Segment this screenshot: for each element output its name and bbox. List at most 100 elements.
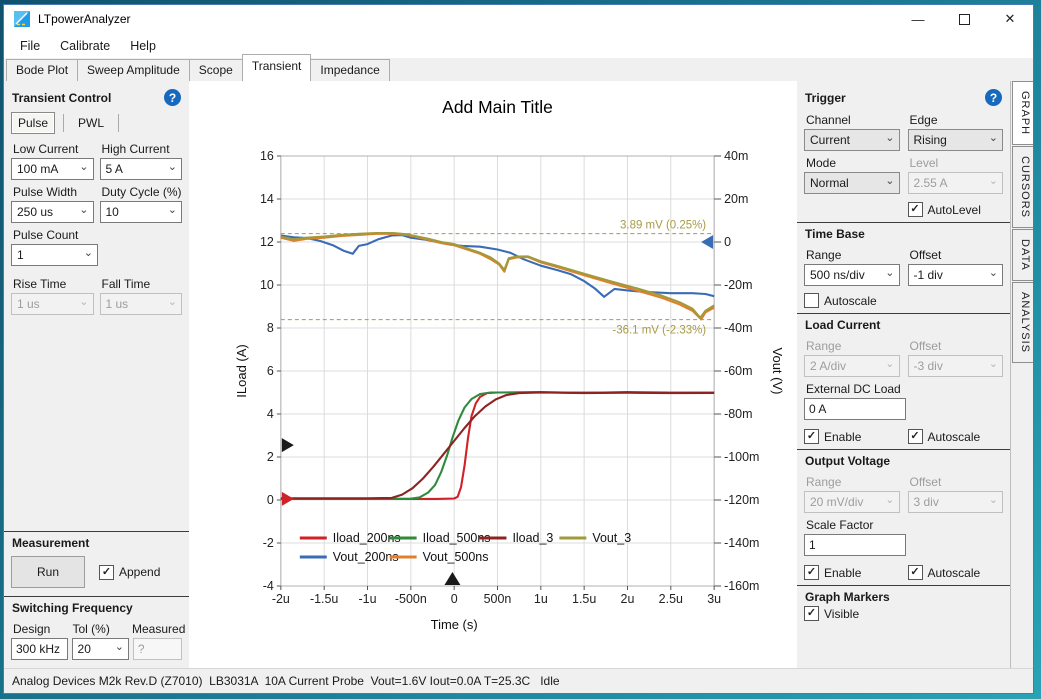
tab-transient[interactable]: Transient xyxy=(242,54,312,81)
outputvoltage-offset-select: 3 div⌄ xyxy=(908,491,1004,513)
rise-time-select: 1 us⌄ xyxy=(11,293,94,315)
menu-help[interactable]: Help xyxy=(120,36,166,56)
trigger-edge-select[interactable]: Rising⌄ xyxy=(908,129,1004,151)
measured-field: ? xyxy=(133,638,182,660)
help-icon[interactable]: ? xyxy=(985,89,1002,106)
tab-impedance[interactable]: Impedance xyxy=(310,59,389,81)
tab-scope[interactable]: Scope xyxy=(189,59,243,81)
svg-text:1u: 1u xyxy=(534,592,548,606)
outputvoltage-enable-checkbox[interactable]: ✓ Enable xyxy=(804,565,900,580)
transient-chart[interactable]: 3.89 mV (0.25%)-36.1 mV (-2.33%)1640m142… xyxy=(189,81,797,668)
markers-visible-checkbox[interactable]: ✓ Visible xyxy=(804,606,859,621)
chevron-down-icon: ⌄ xyxy=(77,163,90,175)
chevron-down-icon: ⌄ xyxy=(77,298,90,310)
high-current-select[interactable]: 5 A⌄ xyxy=(100,158,183,180)
timebase-offset-select[interactable]: -1 div⌄ xyxy=(908,264,1004,286)
help-icon[interactable]: ? xyxy=(164,89,181,106)
tab-pwl[interactable]: PWL xyxy=(72,113,110,133)
external-dc-load-input[interactable]: 0 A xyxy=(804,398,906,420)
svg-text:Vout (V): Vout (V) xyxy=(770,348,785,395)
low-current-select[interactable]: 100 mA⌄ xyxy=(11,158,94,180)
channel-label: Channel xyxy=(804,108,900,129)
timebase-offset-label: Offset xyxy=(908,243,1004,264)
side-tab-cursors[interactable]: CURSORS xyxy=(1012,146,1033,228)
chevron-down-icon: ⌄ xyxy=(113,643,126,655)
svg-text:Time (s): Time (s) xyxy=(431,617,478,632)
svg-text:-140m: -140m xyxy=(724,536,759,550)
main-tab-strip: Bode Plot Sweep Amplitude Scope Transien… xyxy=(4,58,1033,81)
checkbox-checked-icon: ✓ xyxy=(804,565,819,580)
outputvoltage-range-label: Range xyxy=(804,470,900,491)
outputvoltage-autoscale-checkbox[interactable]: ✓ Autoscale xyxy=(908,565,1004,580)
title-bar: LTpowerAnalyzer — ✕ xyxy=(4,5,1033,33)
maximize-icon xyxy=(959,14,970,25)
pulse-width-label: Pulse Width xyxy=(11,180,94,201)
chevron-down-icon: ⌄ xyxy=(987,134,1000,146)
side-tab-graph[interactable]: GRAPH xyxy=(1012,81,1033,145)
menu-file[interactable]: File xyxy=(10,36,50,56)
checkbox-unchecked-icon xyxy=(804,293,819,308)
measurement-header: Measurement xyxy=(12,536,89,550)
svg-text:0: 0 xyxy=(451,592,458,606)
tol-label: Tol (%) xyxy=(71,617,127,638)
run-button[interactable]: Run xyxy=(11,556,85,588)
trigger-channel-select[interactable]: Current⌄ xyxy=(804,129,900,151)
chevron-down-icon: ⌄ xyxy=(166,163,179,175)
chevron-down-icon: ⌄ xyxy=(883,134,896,146)
timebase-autoscale-checkbox[interactable]: Autoscale xyxy=(804,293,902,308)
append-checkbox[interactable]: ✓ Append xyxy=(99,565,160,580)
rise-time-label: Rise Time xyxy=(11,272,94,293)
app-icon xyxy=(14,11,30,27)
output-voltage-header: Output Voltage xyxy=(805,454,890,468)
checkbox-checked-icon: ✓ xyxy=(804,429,819,444)
svg-text:500n: 500n xyxy=(484,592,512,606)
side-tab-analysis[interactable]: ANALYSIS xyxy=(1012,282,1033,363)
svg-text:-60m: -60m xyxy=(724,364,752,378)
status-text: Analog Devices M2k Rev.D (Z7010) LB3031A… xyxy=(12,674,560,688)
fall-time-label: Fall Time xyxy=(100,272,183,293)
pulse-count-label: Pulse Count xyxy=(11,223,95,244)
timebase-range-select[interactable]: 500 ns/div⌄ xyxy=(804,264,900,286)
pulse-count-select[interactable]: 1⌄ xyxy=(11,244,98,266)
tab-sweep-amplitude[interactable]: Sweep Amplitude xyxy=(77,59,190,81)
close-button[interactable]: ✕ xyxy=(987,5,1033,33)
svg-text:2.5u: 2.5u xyxy=(659,592,683,606)
design-label: Design xyxy=(11,617,67,638)
pulse-pwl-tabs: Pulse PWL xyxy=(11,111,189,135)
loadcurrent-autoscale-checkbox[interactable]: ✓ Autoscale xyxy=(908,429,1004,444)
pulse-width-select[interactable]: 250 us⌄ xyxy=(11,201,94,223)
svg-text:40m: 40m xyxy=(724,149,748,163)
maximize-button[interactable] xyxy=(941,5,987,33)
svg-text:3u: 3u xyxy=(707,592,721,606)
svg-text:16: 16 xyxy=(260,149,274,163)
divider xyxy=(63,114,64,132)
svg-text:12: 12 xyxy=(260,235,274,249)
duty-cycle-label: Duty Cycle (%) xyxy=(100,180,183,201)
app-window: LTpowerAnalyzer — ✕ File Calibrate Help … xyxy=(3,4,1034,694)
svg-text:-2u: -2u xyxy=(272,592,290,606)
transient-control-panel: Transient Control ? Pulse PWL Low Curren… xyxy=(4,81,189,668)
autolevel-checkbox[interactable]: ✓ AutoLevel xyxy=(908,202,1004,217)
tab-pulse[interactable]: Pulse xyxy=(11,112,55,134)
chevron-down-icon: ⌄ xyxy=(987,177,1000,189)
tol-select[interactable]: 20⌄ xyxy=(72,638,129,660)
svg-text:20m: 20m xyxy=(724,192,748,206)
scale-factor-input[interactable]: 1 xyxy=(804,534,906,556)
external-dc-load-label: External DC Load xyxy=(804,377,901,398)
minimize-button[interactable]: — xyxy=(895,5,941,33)
svg-text:-36.1 mV (-2.33%): -36.1 mV (-2.33%) xyxy=(612,325,706,337)
menu-calibrate[interactable]: Calibrate xyxy=(50,36,120,56)
svg-text:8: 8 xyxy=(267,321,274,335)
loadcurrent-enable-checkbox[interactable]: ✓ Enable xyxy=(804,429,900,444)
svg-text:-500n: -500n xyxy=(395,592,427,606)
chevron-down-icon: ⌄ xyxy=(987,269,1000,281)
tab-bode-plot[interactable]: Bode Plot xyxy=(6,59,78,81)
outputvoltage-range-select: 20 mV/div⌄ xyxy=(804,491,900,513)
chevron-down-icon: ⌄ xyxy=(987,496,1000,508)
trigger-mode-select[interactable]: Normal⌄ xyxy=(804,172,900,194)
outputvoltage-offset-label: Offset xyxy=(908,470,1004,491)
checkbox-checked-icon: ✓ xyxy=(908,202,923,217)
design-input[interactable]: 300 kHz xyxy=(11,638,68,660)
duty-cycle-select[interactable]: 10⌄ xyxy=(100,201,183,223)
side-tab-data[interactable]: DATA xyxy=(1012,229,1033,281)
